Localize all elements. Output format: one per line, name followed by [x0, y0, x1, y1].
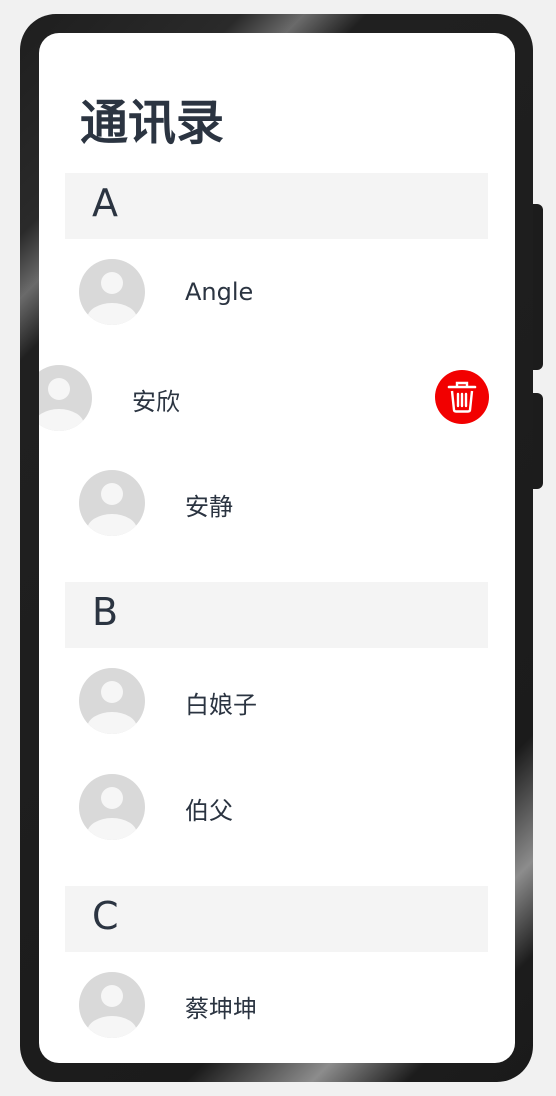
section-letter: B	[92, 590, 119, 634]
delete-button[interactable]	[435, 370, 489, 424]
person-avatar-icon	[79, 668, 145, 734]
section-header-c: C	[65, 886, 488, 952]
contact-row[interactable]: 安静	[39, 455, 515, 551]
section-letter: C	[92, 894, 119, 938]
section-letter: A	[92, 181, 118, 225]
person-avatar-icon	[39, 365, 92, 431]
power-button	[533, 204, 543, 370]
contact-name: 白娘子	[185, 691, 257, 719]
page-title: 通讯录	[80, 95, 225, 151]
person-avatar-icon	[79, 774, 145, 840]
contact-row[interactable]: Angle	[39, 244, 515, 340]
contact-name: 安静	[185, 493, 233, 521]
section-header-b: B	[65, 582, 488, 648]
person-avatar-icon	[79, 470, 145, 536]
section-header-a: A	[65, 173, 488, 239]
contact-row-swiped[interactable]: 安欣	[39, 350, 515, 446]
person-avatar-icon	[79, 259, 145, 325]
contact-name: 蔡坤坤	[185, 995, 257, 1023]
contact-row[interactable]: 蔡坤坤	[39, 957, 515, 1053]
contact-name: 安欣	[132, 388, 180, 416]
volume-button	[533, 393, 543, 489]
trash-icon	[447, 381, 477, 413]
screen: 通讯录 A Angle 安欣 安静 B 白娘子 伯父 C 蔡坤坤	[39, 33, 515, 1063]
contact-row[interactable]: 伯父	[39, 759, 515, 855]
contact-name: Angle	[185, 278, 254, 306]
person-avatar-icon	[79, 972, 145, 1038]
contact-name: 伯父	[185, 797, 233, 825]
contact-row[interactable]: 白娘子	[39, 653, 515, 749]
